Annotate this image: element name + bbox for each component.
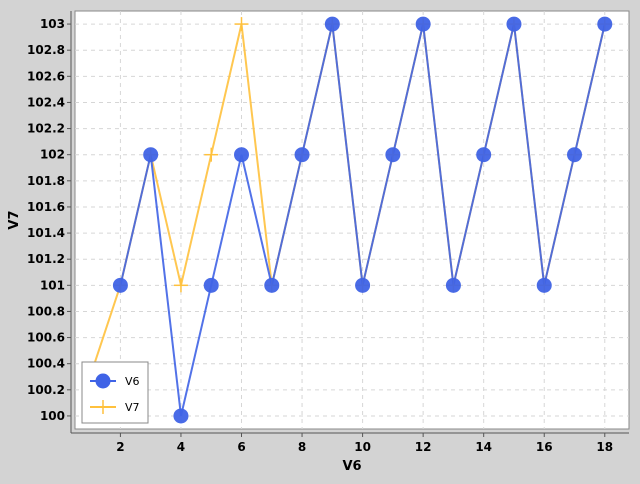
y-tick-label: 103: [40, 17, 65, 31]
legend-label: V7: [125, 401, 140, 414]
data-point-v6: [476, 147, 492, 163]
data-point-v6: [112, 277, 128, 293]
data-point-v6: [173, 408, 189, 424]
y-tick-label: 102.6: [27, 69, 65, 83]
data-point-v6: [294, 147, 310, 163]
y-tick-label: 101: [40, 278, 65, 292]
x-tick-label: 4: [177, 440, 185, 454]
legend-label: V6: [125, 375, 140, 388]
chart-svg: 2 4 6 8 10 12 14 16 18 100 100.2 100.4 100.6 100.8 101…: [7, 10, 630, 474]
data-point-v6: [506, 16, 522, 32]
data-point-v6: [445, 277, 461, 293]
legend: V6 V7: [81, 361, 149, 424]
y-tick-label: 100: [40, 409, 65, 423]
y-tick-label: 100.4: [27, 357, 65, 371]
y-axis-label: V7: [7, 210, 22, 229]
legend-marker: [95, 373, 111, 389]
y-tick-label: 102.4: [27, 95, 65, 109]
x-tick-label: 14: [475, 440, 492, 454]
data-point-v6: [567, 147, 583, 163]
data-point-v6: [355, 277, 371, 293]
x-tick-label: 2: [116, 440, 124, 454]
x-tick-label: 10: [354, 440, 371, 454]
y-tick-label: 102.2: [27, 122, 65, 136]
y-tick-label: 100.8: [27, 304, 65, 318]
x-tick-label: 6: [237, 440, 245, 454]
data-point-v6: [536, 277, 552, 293]
data-point-v6: [415, 16, 431, 32]
x-tick-label: 16: [536, 440, 553, 454]
data-point-v6: [203, 277, 219, 293]
y-tick-label: 100.2: [27, 383, 65, 397]
y-tick-label: 101.2: [27, 252, 65, 266]
y-tick-label: 101.8: [27, 174, 65, 188]
data-point-v6: [597, 16, 613, 32]
y-tick-label: 102.8: [27, 43, 65, 57]
data-point-v6: [385, 147, 401, 163]
data-point-v6: [143, 147, 159, 163]
x-tick-label: 8: [298, 440, 306, 454]
y-tick-label: 100.6: [27, 331, 65, 345]
data-point-v6: [324, 16, 340, 32]
chart-root: 2 4 6 8 10 12 14 16 18 100 100.2 100.4 100.6 100.8 101…: [0, 0, 640, 480]
data-point-v6: [234, 147, 250, 163]
x-tick-label: 18: [596, 440, 613, 454]
x-axis-label: V6: [342, 459, 361, 474]
x-tick-label: 12: [415, 440, 432, 454]
data-point-v6: [264, 277, 280, 293]
y-tick-label: 102: [40, 148, 65, 162]
y-tick-label: 101.4: [27, 226, 65, 240]
y-tick-label: 101.6: [27, 200, 65, 214]
